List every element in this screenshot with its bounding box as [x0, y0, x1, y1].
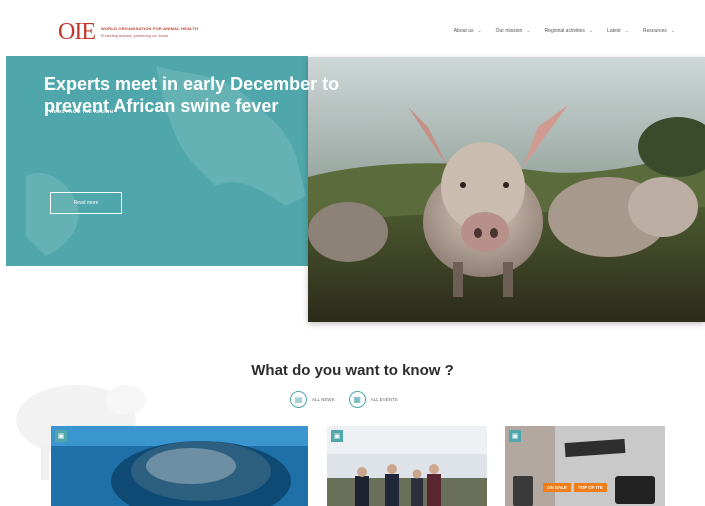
filter-links: ▤ ALL NEWS ▦ ALL EVENTS: [290, 391, 398, 408]
news-card-fish[interactable]: ▣: [51, 426, 308, 506]
calendar-icon: ▦: [348, 391, 366, 408]
news-icon: ▤: [290, 391, 307, 408]
main-nav: About us ⌄ Our mission ⌄ Regional activiti…: [454, 28, 675, 34]
logo[interactable]: OIE WORLD ORGANISATION FOR ANIMAL HEALTH…: [58, 19, 199, 45]
read-more-button[interactable]: Read more: [50, 192, 122, 214]
logo-tagline: Protecting animals, preserving our futur…: [100, 34, 169, 38]
site-header: OIE WORLD ORGANISATION FOR ANIMAL HEALTH…: [0, 0, 705, 56]
image-icon: ▣: [509, 430, 521, 442]
nav-item-resources[interactable]: Resources ⌄: [643, 28, 675, 34]
all-events-link[interactable]: ▦ ALL EVENTS: [348, 391, 398, 408]
logo-title: WORLD ORGANISATION FOR ANIMAL HEALTH: [100, 26, 199, 31]
logo-mark: OIE: [58, 19, 96, 45]
chevron-down-icon: ⌄: [670, 28, 675, 34]
smartphone-photo: [505, 426, 665, 506]
pig-illustration: [308, 57, 705, 322]
chevron-down-icon: ⌄: [588, 28, 594, 34]
nav-item-regional[interactable]: Regional activities ⌄: [545, 28, 594, 34]
nav-item-mission[interactable]: Our mission ⌄: [496, 28, 531, 34]
image-icon: ▣: [55, 430, 67, 442]
chevron-down-icon: ⌄: [526, 28, 531, 34]
news-card-meeting[interactable]: ▣: [327, 426, 487, 506]
news-card-phone[interactable]: ▣ ON SALE TOP OF ITE: [505, 426, 665, 506]
chevron-down-icon: ⌄: [477, 28, 482, 34]
image-icon: ▣: [331, 430, 343, 442]
hero-photo-pig: [308, 57, 705, 322]
chevron-down-icon: ⌄: [624, 28, 629, 34]
badge-top: TOP OF ITE: [574, 483, 607, 492]
fish-school-image: [51, 426, 308, 506]
nav-item-about[interactable]: About us ⌄: [454, 28, 482, 34]
hero-title: Experts meet in early December to preven…: [44, 74, 340, 116]
meeting-photo: [327, 426, 487, 506]
badge-on-sale: ON SALE: [543, 483, 572, 492]
section-title: What do you want to know ?: [251, 362, 454, 379]
all-news-link[interactable]: ▤ ALL NEWS: [290, 391, 335, 408]
nav-item-latest[interactable]: Latest ⌄: [607, 28, 629, 34]
